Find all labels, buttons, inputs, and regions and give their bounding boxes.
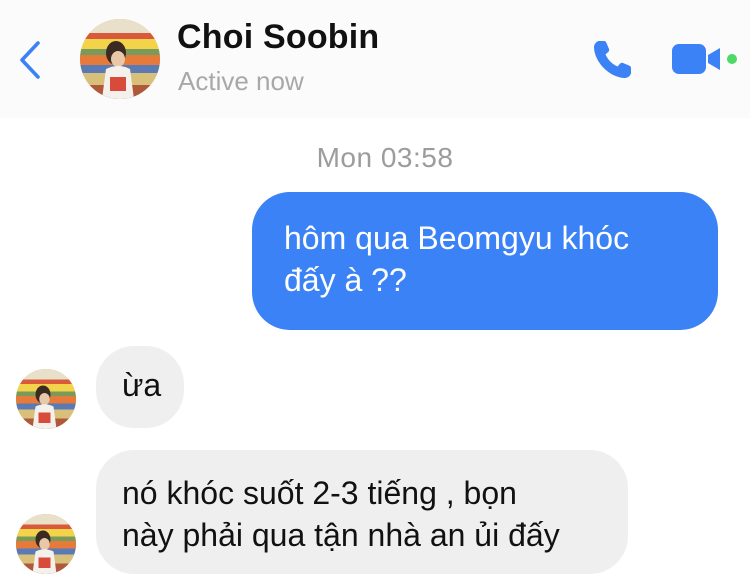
chat-screen: Choi Soobin Active now Mon 03:58 hôm qua… bbox=[0, 0, 750, 581]
sender-avatar[interactable] bbox=[16, 514, 76, 574]
outgoing-message-bubble[interactable]: hôm qua Beomgyu khóc đấy à ?? bbox=[252, 192, 718, 330]
voice-call-button[interactable] bbox=[590, 36, 636, 82]
active-status-dot bbox=[727, 54, 737, 64]
chevron-left-icon bbox=[20, 41, 40, 79]
message-line: đấy à ?? bbox=[284, 262, 407, 298]
incoming-message-bubble[interactable]: ừa bbox=[96, 346, 184, 428]
message-line: ừa bbox=[122, 367, 162, 403]
sender-avatar[interactable] bbox=[16, 369, 76, 429]
chat-header: Choi Soobin Active now bbox=[0, 0, 750, 118]
phone-icon bbox=[594, 41, 631, 78]
message-line: này phải qua tận nhà an ủi đấy bbox=[122, 517, 560, 553]
avatar-photo bbox=[80, 19, 160, 99]
video-camera-icon bbox=[672, 44, 737, 74]
message-timestamp: Mon 03:58 bbox=[316, 142, 454, 173]
message-line: hôm qua Beomgyu khóc bbox=[284, 220, 630, 256]
back-button[interactable] bbox=[14, 38, 48, 82]
video-call-button[interactable] bbox=[670, 40, 742, 80]
avatar-photo bbox=[16, 514, 76, 574]
contact-avatar[interactable] bbox=[80, 19, 160, 99]
incoming-message-bubble[interactable]: nó khóc suốt 2-3 tiếng , bọn này phải qu… bbox=[96, 450, 628, 574]
avatar-photo bbox=[16, 369, 76, 429]
message-line: nó khóc suốt 2-3 tiếng , bọn bbox=[122, 475, 517, 511]
contact-name[interactable]: Choi Soobin bbox=[177, 18, 379, 57]
contact-status: Active now bbox=[178, 66, 304, 96]
